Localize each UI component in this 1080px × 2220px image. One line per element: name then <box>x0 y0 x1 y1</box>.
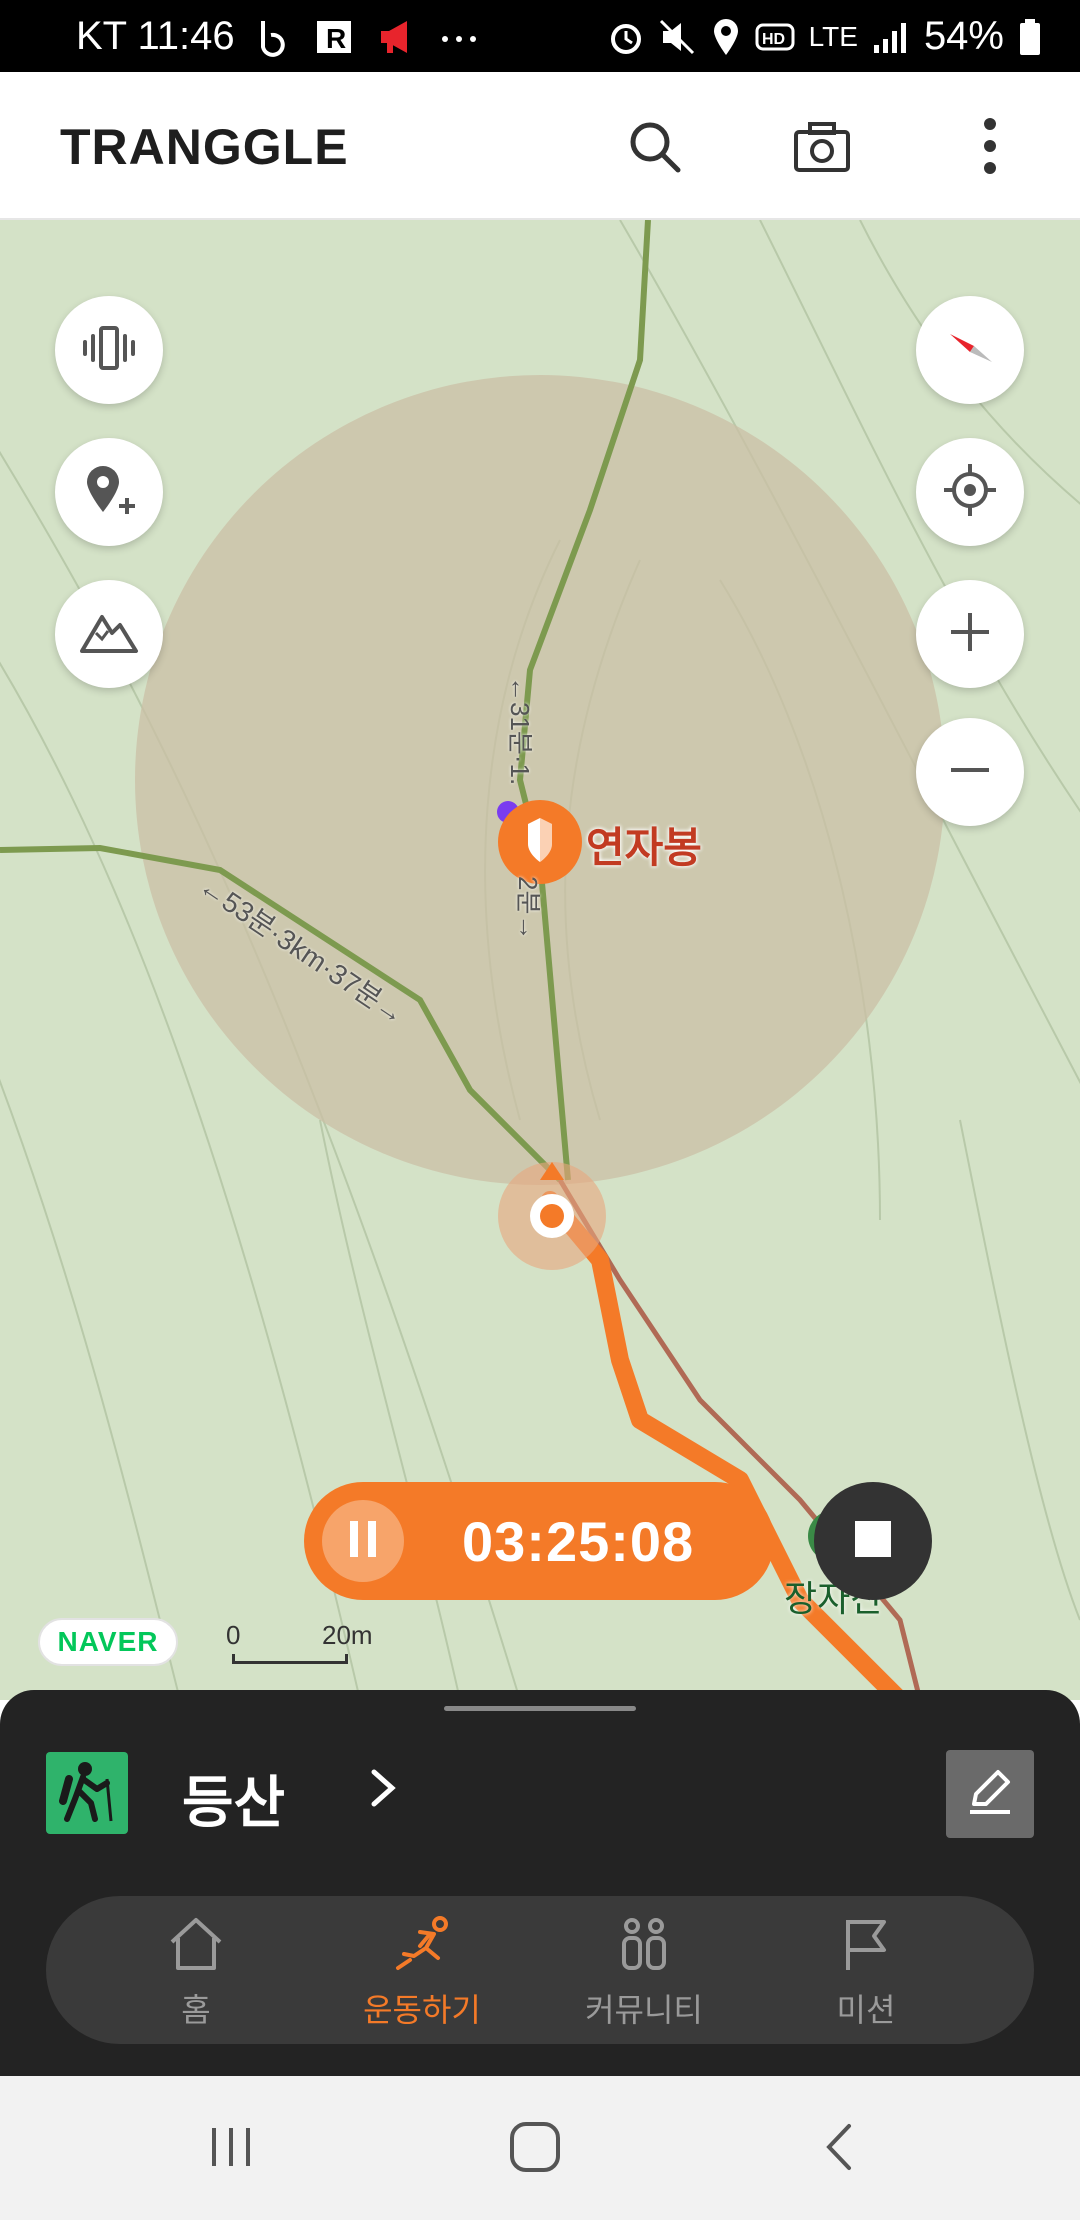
hd-icon: HD <box>755 17 795 57</box>
trail-time-label-3: 2분→ <box>513 876 543 941</box>
more-vertical-icon <box>980 116 1000 181</box>
tab-mission-label: 미션 <box>836 1992 896 2028</box>
megaphone-icon <box>377 17 417 57</box>
flag-icon <box>836 1920 896 1976</box>
map-scale: 0 20m <box>222 1620 382 1666</box>
signal-icon <box>872 17 910 57</box>
recent-apps-button[interactable] <box>196 2114 266 2184</box>
status-bar: KT 11:46 R HD LTE 54% <box>0 0 1080 72</box>
hiking-icon <box>55 1759 119 1828</box>
tab-home[interactable]: 홈 <box>106 1916 286 2028</box>
add-location-icon <box>79 460 139 525</box>
edit-icon <box>964 1766 1016 1823</box>
tab-home-label: 홈 <box>181 1992 211 2028</box>
my-location-icon <box>940 460 1000 525</box>
battery-icon <box>1018 17 1042 57</box>
tab-bar: 홈 운동하기 커뮤니티 미션 <box>46 1896 1034 2044</box>
mountain-icon <box>78 607 140 662</box>
recording-timer: 03:25:08 <box>304 1482 774 1600</box>
home-icon <box>166 1918 226 1976</box>
naver-attribution: NAVER <box>38 1618 178 1666</box>
map-view[interactable]: ←53분·3km·37분→ ←31분·1. 2분→ 연자봉 장자산 03:25:… <box>0 220 1080 1700</box>
r-app-icon: R <box>315 17 355 57</box>
vibration-icon <box>79 320 139 381</box>
app-logo: TRANGGLE <box>60 119 349 175</box>
scale-start: 0 <box>226 1620 241 1650</box>
camera-icon <box>792 118 852 179</box>
location-icon <box>711 17 741 57</box>
pause-icon <box>348 1519 378 1564</box>
network-type: LTE <box>808 20 858 52</box>
elapsed-time: 03:25:08 <box>462 1509 695 1573</box>
zoom-out-button[interactable] <box>916 718 1024 826</box>
tab-exercise[interactable]: 운동하기 <box>332 1916 512 2028</box>
carrier-time: KT 11:46 <box>76 14 235 58</box>
scale-bar <box>232 1654 348 1664</box>
home-system-button[interactable] <box>500 2114 570 2184</box>
search-button[interactable] <box>614 108 694 188</box>
vibration-button[interactable] <box>55 296 163 404</box>
pause-button[interactable] <box>322 1500 404 1582</box>
running-icon <box>390 1916 454 1976</box>
mute-icon <box>659 17 697 57</box>
my-location-button[interactable] <box>916 438 1024 546</box>
trail-time-label-2: ←31분·1. <box>505 676 535 786</box>
tab-community-label: 커뮤니티 <box>585 1992 703 2028</box>
svg-text:HD: HD <box>762 31 785 48</box>
sheet-handle[interactable] <box>444 1706 636 1711</box>
tab-mission[interactable]: 미션 <box>776 1916 956 2028</box>
tab-exercise-label: 운동하기 <box>363 1992 481 2028</box>
recent-apps-icon <box>206 2122 256 2177</box>
terrain-button[interactable] <box>55 580 163 688</box>
compass-icon <box>940 318 1000 383</box>
activity-type-badge[interactable] <box>46 1752 128 1834</box>
edit-button[interactable] <box>946 1750 1034 1838</box>
activity-title[interactable]: 등산 <box>182 1758 285 1839</box>
back-button[interactable] <box>804 2114 874 2184</box>
system-navigation-bar <box>0 2076 1080 2220</box>
stop-button[interactable] <box>814 1482 932 1600</box>
zoom-out-icon <box>945 745 995 800</box>
stop-icon <box>855 1520 891 1562</box>
search-icon <box>626 118 682 179</box>
battery-percent: 54% <box>923 14 1004 58</box>
chevron-right-icon[interactable] <box>368 1768 398 1813</box>
more-button[interactable] <box>950 108 1030 188</box>
community-icon <box>614 1918 674 1976</box>
alarm-icon <box>607 17 645 57</box>
tab-community[interactable]: 커뮤니티 <box>554 1916 734 2028</box>
scale-end: 20m <box>322 1620 373 1650</box>
add-location-button[interactable] <box>55 438 163 546</box>
svg-text:R: R <box>326 23 346 54</box>
app-bar: TRANGGLE <box>0 72 1080 220</box>
back-icon <box>819 2122 859 2177</box>
more-dots-icon <box>439 17 479 57</box>
compass-button[interactable] <box>916 296 1024 404</box>
b-app-icon <box>257 17 293 57</box>
camera-button[interactable] <box>782 108 862 188</box>
zoom-in-button[interactable] <box>916 580 1024 688</box>
zoom-in-icon <box>945 607 995 662</box>
map-base <box>0 220 1080 1700</box>
home-circle-icon <box>507 2119 563 2180</box>
bottom-sheet: 등산 홈 운동하기 커뮤니티 미션 <box>0 1690 1080 2076</box>
peak-name: 연자봉 <box>586 824 702 871</box>
